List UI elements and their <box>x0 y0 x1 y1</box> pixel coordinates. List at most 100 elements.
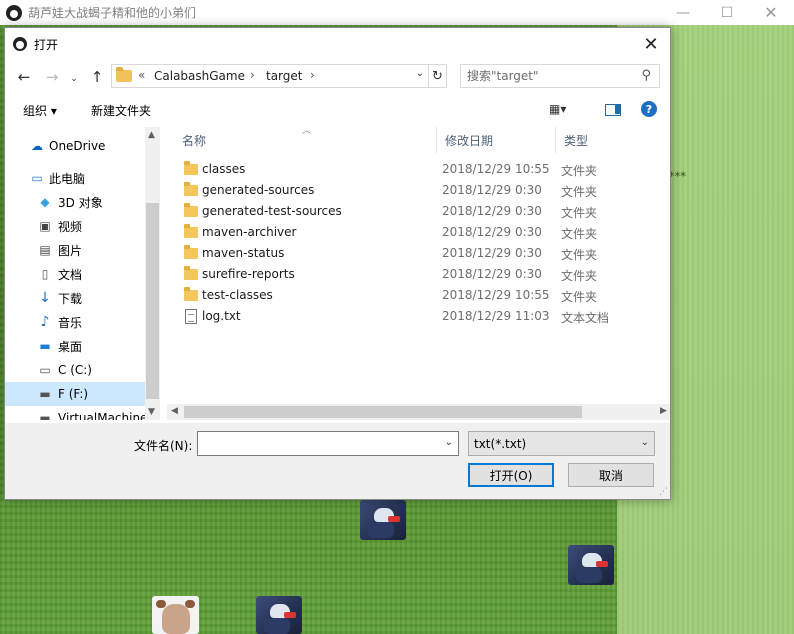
desktop-icon: ▬ <box>39 339 51 353</box>
nav-item-downloads[interactable]: ↓ 下载 <box>5 286 145 310</box>
scroll-up-icon[interactable]: ▲ <box>148 130 155 140</box>
nav-item-documents[interactable]: ▯ 文档 <box>5 262 145 286</box>
open-button[interactable]: 打开(O) <box>468 463 554 487</box>
nav-scrollbar-thumb[interactable] <box>146 203 159 399</box>
folder-row[interactable]: generated-sources 2018/12/29 0:30 文件夹 <box>180 180 660 201</box>
nav-item-videos[interactable]: ▣ 视频 <box>5 214 145 238</box>
help-icon[interactable]: ? <box>641 101 657 117</box>
preview-pane-icon[interactable] <box>605 104 621 116</box>
video-icon: ▣ <box>39 219 51 233</box>
folder-icon <box>184 203 198 217</box>
file-name: classes <box>202 162 246 176</box>
nav-item-3d-objects[interactable]: ◆ 3D 对象 <box>5 190 145 214</box>
column-header-label: 名称 <box>182 133 207 148</box>
scroll-down-icon[interactable]: ▼ <box>148 407 155 417</box>
nav-item-label: F (F:) <box>58 387 89 401</box>
folder-icon <box>184 182 198 196</box>
organize-button[interactable]: 组织 ▾ <box>23 102 57 119</box>
file-row[interactable]: log.txt 2018/12/29 11:03 文本文档 <box>180 306 660 327</box>
nav-item-c-drive[interactable]: ▭ C (C:) <box>5 358 145 382</box>
filename-input[interactable] <box>201 435 431 452</box>
nav-item-music[interactable]: ♪ 音乐 <box>5 310 145 334</box>
main-window-title: 葫芦娃大战蝎子精和他的小弟们 <box>28 6 197 20</box>
breadcrumb-separator: › <box>310 68 315 82</box>
dialog-close-icon[interactable]: ✕ <box>632 28 670 60</box>
file-type-value: txt(*.txt) <box>474 437 527 451</box>
file-date: 2018/12/29 0:30 <box>442 246 542 260</box>
close-icon[interactable]: ✕ <box>748 0 794 25</box>
nav-item-virtualmachine[interactable]: ▬ VirtualMachine <box>5 406 147 420</box>
minimize-icon[interactable]: — <box>660 0 706 25</box>
recent-locations-chevron-icon[interactable]: ⌄ <box>63 68 85 90</box>
navigation-pane: ☁ OneDrive ▭ 此电脑 ◆ 3D 对象 ▣ 视频 ▤ 图片 ▯ 文档 … <box>5 127 160 420</box>
document-icon: ▯ <box>41 267 49 281</box>
breadcrumb-overflow[interactable]: « <box>138 68 145 82</box>
filename-combobox[interactable]: ⌄ <box>197 431 459 456</box>
folder-icon <box>184 161 198 175</box>
file-type-select[interactable]: txt(*.txt) ⌄ <box>468 431 655 456</box>
scroll-right-icon[interactable]: ▶ <box>660 406 667 416</box>
nav-scrollbar[interactable]: ▲ ▼ <box>145 127 160 420</box>
nav-item-label: 下载 <box>58 291 83 306</box>
address-bar[interactable]: « CalabashGame › target › ⌄ <box>111 64 429 88</box>
column-header-label: 类型 <box>564 133 589 148</box>
toolbar: 组织 ▾ 新建文件夹 ▦▾ ? <box>5 96 670 122</box>
nav-item-pictures[interactable]: ▤ 图片 <box>5 238 145 262</box>
chevron-down-icon[interactable]: ⌄ <box>445 437 453 448</box>
back-arrow-icon[interactable]: ← <box>13 66 35 88</box>
breadcrumb-calabashgame[interactable]: CalabashGame <box>154 69 245 83</box>
maximize-icon[interactable]: ☐ <box>704 0 750 25</box>
text-file-icon <box>185 309 197 324</box>
new-folder-button[interactable]: 新建文件夹 <box>91 102 151 119</box>
search-icon[interactable]: ⚲ <box>641 68 651 83</box>
folder-row[interactable]: surefire-reports 2018/12/29 0:30 文件夹 <box>180 264 660 285</box>
horizontal-scrollbar-thumb[interactable] <box>184 406 582 418</box>
column-header-type[interactable]: 类型 <box>556 127 656 153</box>
dialog-footer: 文件名(N): ⌄ txt(*.txt) ⌄ 打开(O) 取消 ⋰ <box>5 423 670 499</box>
view-options-icon[interactable]: ▦▾ <box>549 102 566 116</box>
nav-item-label: 3D 对象 <box>58 195 103 210</box>
folder-row[interactable]: maven-archiver 2018/12/29 0:30 文件夹 <box>180 222 660 243</box>
nav-item-desktop[interactable]: ▬ 桌面 <box>5 334 145 358</box>
forward-arrow-icon[interactable]: → <box>41 66 63 88</box>
cloud-icon: ☁ <box>31 139 43 153</box>
search-input[interactable] <box>467 68 627 84</box>
grandpa-sprite <box>152 596 199 634</box>
cancel-button[interactable]: 取消 <box>568 463 654 487</box>
cube-icon: ◆ <box>40 195 50 209</box>
folder-row[interactable]: classes 2018/12/29 10:55 文件夹 <box>180 159 660 180</box>
folder-row[interactable]: test-classes 2018/12/29 10:55 文件夹 <box>180 285 660 306</box>
download-icon: ↓ <box>39 290 51 306</box>
address-dropdown-icon[interactable]: ⌄ <box>416 68 424 79</box>
folder-icon <box>184 224 198 238</box>
dialog-titlebar: 打开 ✕ <box>5 28 670 60</box>
file-name: generated-test-sources <box>202 204 342 218</box>
folder-row[interactable]: generated-test-sources 2018/12/29 0:30 文件夹 <box>180 201 660 222</box>
resize-grip-icon[interactable]: ⋰ <box>659 487 668 497</box>
image-icon: ▤ <box>39 243 51 257</box>
chevron-down-icon[interactable]: ⌄ <box>641 437 649 448</box>
up-arrow-icon[interactable]: ↑ <box>86 66 108 88</box>
dialog-app-icon <box>13 37 27 51</box>
column-header-name[interactable]: 名称 <box>174 127 437 153</box>
file-type: 文件夹 <box>561 290 598 304</box>
search-box[interactable]: ⚲ <box>460 64 660 88</box>
nav-item-label: 文档 <box>58 267 83 282</box>
file-type: 文件夹 <box>561 269 598 283</box>
nav-item-label: 音乐 <box>58 315 83 330</box>
nav-item-label: OneDrive <box>49 139 106 153</box>
column-header-date[interactable]: 修改日期 <box>437 127 556 153</box>
nav-item-this-pc[interactable]: ▭ 此电脑 <box>5 166 145 190</box>
app-icon <box>6 4 22 21</box>
breadcrumb-target[interactable]: target <box>266 69 303 83</box>
horizontal-scrollbar[interactable]: ◀ ▶ <box>167 404 670 420</box>
scroll-left-icon[interactable]: ◀ <box>171 406 178 416</box>
dialog-title: 打开 <box>34 38 59 52</box>
refresh-icon[interactable]: ↻ <box>429 64 447 88</box>
file-name: surefire-reports <box>202 267 295 281</box>
scorpion-minion-sprite <box>568 545 614 585</box>
nav-item-f-drive[interactable]: ▬ F (F:) <box>5 382 145 406</box>
file-type: 文件夹 <box>561 227 598 241</box>
folder-row[interactable]: maven-status 2018/12/29 0:30 文件夹 <box>180 243 660 264</box>
nav-item-onedrive[interactable]: ☁ OneDrive <box>5 134 145 158</box>
